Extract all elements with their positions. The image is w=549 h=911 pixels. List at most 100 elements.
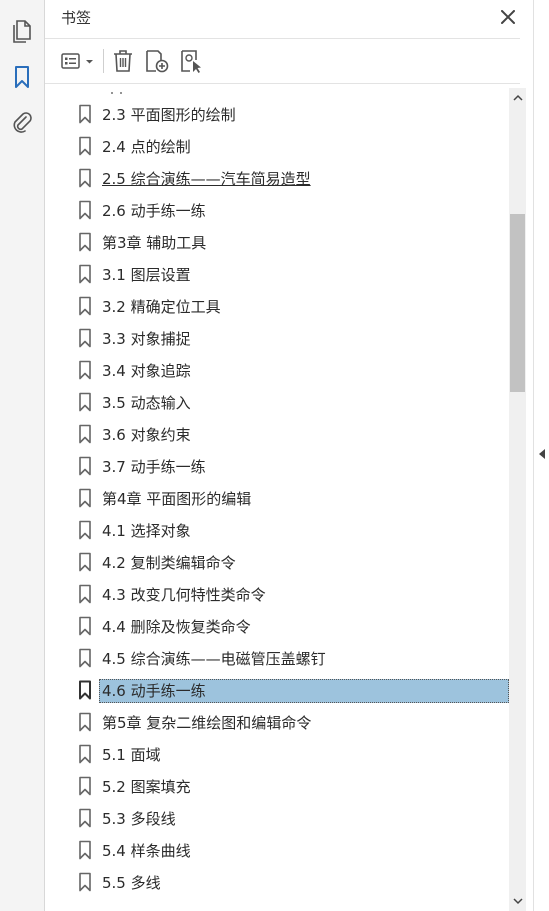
close-icon <box>501 10 515 24</box>
delete-bookmark-button[interactable] <box>111 48 135 74</box>
bookmark-icon <box>79 360 91 380</box>
options-menu-icon <box>61 53 93 69</box>
bookmark-item[interactable]: 2.4 点的绘制 <box>75 133 509 159</box>
attachment-icon <box>13 112 32 133</box>
bookmark-icon <box>79 712 91 732</box>
bookmark-label: 2.3 平面图形的绘制 <box>102 106 236 124</box>
bookmarks-panel-button[interactable] <box>8 63 36 91</box>
bookmark-label: 5.4 样条曲线 <box>102 842 191 860</box>
bookmark-label: 4.5 综合演练——电磁管压盖螺钉 <box>102 650 326 668</box>
close-panel-button[interactable] <box>497 6 519 28</box>
bookmark-icon <box>79 648 91 668</box>
bookmark-item[interactable]: 4.5 综合演练——电磁管压盖螺钉 <box>75 645 509 671</box>
collapse-strip <box>533 0 549 911</box>
options-menu-button[interactable] <box>61 48 97 74</box>
bookmark-icon <box>79 488 91 508</box>
pages-panel-button[interactable] <box>8 17 36 45</box>
bookmark-icon <box>15 66 29 88</box>
bookmark-item[interactable]: 2.6 动手练一练 <box>75 197 509 223</box>
bookmarks-toolbar <box>45 38 520 84</box>
bookmark-item[interactable]: 3.4 对象追踪 <box>75 357 509 383</box>
bookmark-label: 4.1 选择对象 <box>102 522 191 540</box>
bookmark-item[interactable]: 4.6 动手练一练 <box>75 677 509 703</box>
scroll-thumb[interactable] <box>510 214 525 392</box>
scroll-down-button[interactable] <box>509 893 526 909</box>
bookmark-item[interactable]: 5.1 面域 <box>75 741 509 767</box>
partially-hidden-item <box>75 84 175 94</box>
bookmark-item[interactable]: 5.3 多段线 <box>75 805 509 831</box>
bookmark-icon <box>79 552 91 572</box>
bookmark-icon <box>79 808 91 828</box>
bookmark-item[interactable]: 第3章 辅助工具 <box>75 229 509 255</box>
bookmark-icon <box>79 584 91 604</box>
new-bookmark-button[interactable] <box>144 48 170 74</box>
bookmark-label: 3.6 对象约束 <box>102 426 191 444</box>
bookmarks-panel: 书签 2.3 平面图形的绘制 2.4 点的绘制 2.5 综合演练——汽车简易造型… <box>45 0 533 911</box>
bookmark-item[interactable]: 5.2 图案填充 <box>75 773 509 799</box>
bookmark-icon <box>79 168 91 188</box>
bookmark-label: 3.1 图层设置 <box>102 266 191 284</box>
bookmark-item[interactable]: 3.7 动手练一练 <box>75 453 509 479</box>
left-navigation-pane <box>0 0 45 911</box>
chevron-down-icon <box>86 60 93 64</box>
bookmark-label: 3.5 动态输入 <box>102 394 191 412</box>
collapse-panel-button[interactable] <box>536 444 548 464</box>
bookmark-icon <box>79 264 91 284</box>
bookmark-label: 2.5 综合演练——汽车简易造型 <box>102 170 311 188</box>
bookmark-label: 3.3 对象捕捉 <box>102 330 191 348</box>
bookmark-item[interactable]: 3.3 对象捕捉 <box>75 325 509 351</box>
bookmark-label: 第3章 辅助工具 <box>102 234 207 252</box>
bookmark-icon <box>79 200 91 220</box>
chevron-down-icon <box>512 898 523 905</box>
bookmark-item[interactable]: 4.4 删除及恢复类命令 <box>75 613 509 639</box>
bookmark-label: 4.2 复制类编辑命令 <box>102 554 236 572</box>
bookmark-icon <box>79 872 91 892</box>
panel-title: 书签 <box>61 9 92 27</box>
bookmarks-window: 书签 2.3 平面图形的绘制 2.4 点的绘制 2.5 综合演练——汽车简易造型… <box>0 0 549 911</box>
bookmark-label: 5.1 面域 <box>102 746 161 764</box>
bookmark-icon <box>79 232 91 252</box>
bookmark-item[interactable]: 2.3 平面图形的绘制 <box>75 101 509 127</box>
bookmark-from-selection-button[interactable] <box>179 48 205 74</box>
bookmark-label: 3.2 精确定位工具 <box>102 298 221 316</box>
bookmark-item[interactable]: 3.6 对象约束 <box>75 421 509 447</box>
bookmark-item[interactable]: 2.5 综合演练——汽车简易造型 <box>75 165 509 191</box>
bookmark-label: 第4章 平面图形的编辑 <box>102 490 252 508</box>
bookmark-label: 5.5 多线 <box>102 874 161 892</box>
bookmark-label: 4.3 改变几何特性类命令 <box>102 586 266 604</box>
bookmark-list-scrollbar[interactable] <box>509 88 526 911</box>
bookmark-list: 2.3 平面图形的绘制 2.4 点的绘制 2.5 综合演练——汽车简易造型 2.6 动… <box>45 84 509 911</box>
bookmark-icon <box>79 520 91 540</box>
bookmark-label: 3.4 对象追踪 <box>102 362 191 380</box>
bookmark-item[interactable]: 第5章 复杂二维绘图和编辑命令 <box>75 709 509 735</box>
bookmark-item[interactable]: 3.2 精确定位工具 <box>75 293 509 319</box>
delete-icon <box>114 50 132 72</box>
chevron-up-icon <box>512 94 523 101</box>
pages-icon <box>13 20 31 43</box>
bookmark-label: 第5章 复杂二维绘图和编辑命令 <box>102 714 312 732</box>
bookmark-icon <box>79 136 91 156</box>
bookmark-item[interactable]: 5.4 样条曲线 <box>75 837 509 863</box>
bookmark-item[interactable]: 3.5 动态输入 <box>75 389 509 415</box>
bookmark-icon <box>79 680 91 700</box>
bookmark-item[interactable]: 第4章 平面图形的编辑 <box>75 485 509 511</box>
bookmark-item[interactable]: 3.1 图层设置 <box>75 261 509 287</box>
bookmark-label: 4.4 删除及恢复类命令 <box>102 618 251 636</box>
bookmark-item[interactable]: 4.3 改变几何特性类命令 <box>75 581 509 607</box>
bookmark-icon <box>79 392 91 412</box>
bookmark-icon <box>79 776 91 796</box>
bookmark-label: 3.7 动手练一练 <box>102 458 206 476</box>
bookmark-item[interactable]: 4.2 复制类编辑命令 <box>75 549 509 575</box>
bookmark-item[interactable]: 5.5 多线 <box>75 869 509 895</box>
bookmark-label: 2.4 点的绘制 <box>102 138 191 156</box>
bookmark-icon <box>79 328 91 348</box>
bookmark-icon <box>79 424 91 444</box>
new-bookmark-icon <box>146 50 169 73</box>
bookmark-icon <box>79 616 91 636</box>
bookmark-icon <box>79 296 91 316</box>
bookmark-icon <box>79 456 91 476</box>
panel-header: 书签 <box>45 0 533 38</box>
attachments-panel-button[interactable] <box>8 108 36 136</box>
scroll-up-button[interactable] <box>509 90 526 106</box>
bookmark-item[interactable]: 4.1 选择对象 <box>75 517 509 543</box>
